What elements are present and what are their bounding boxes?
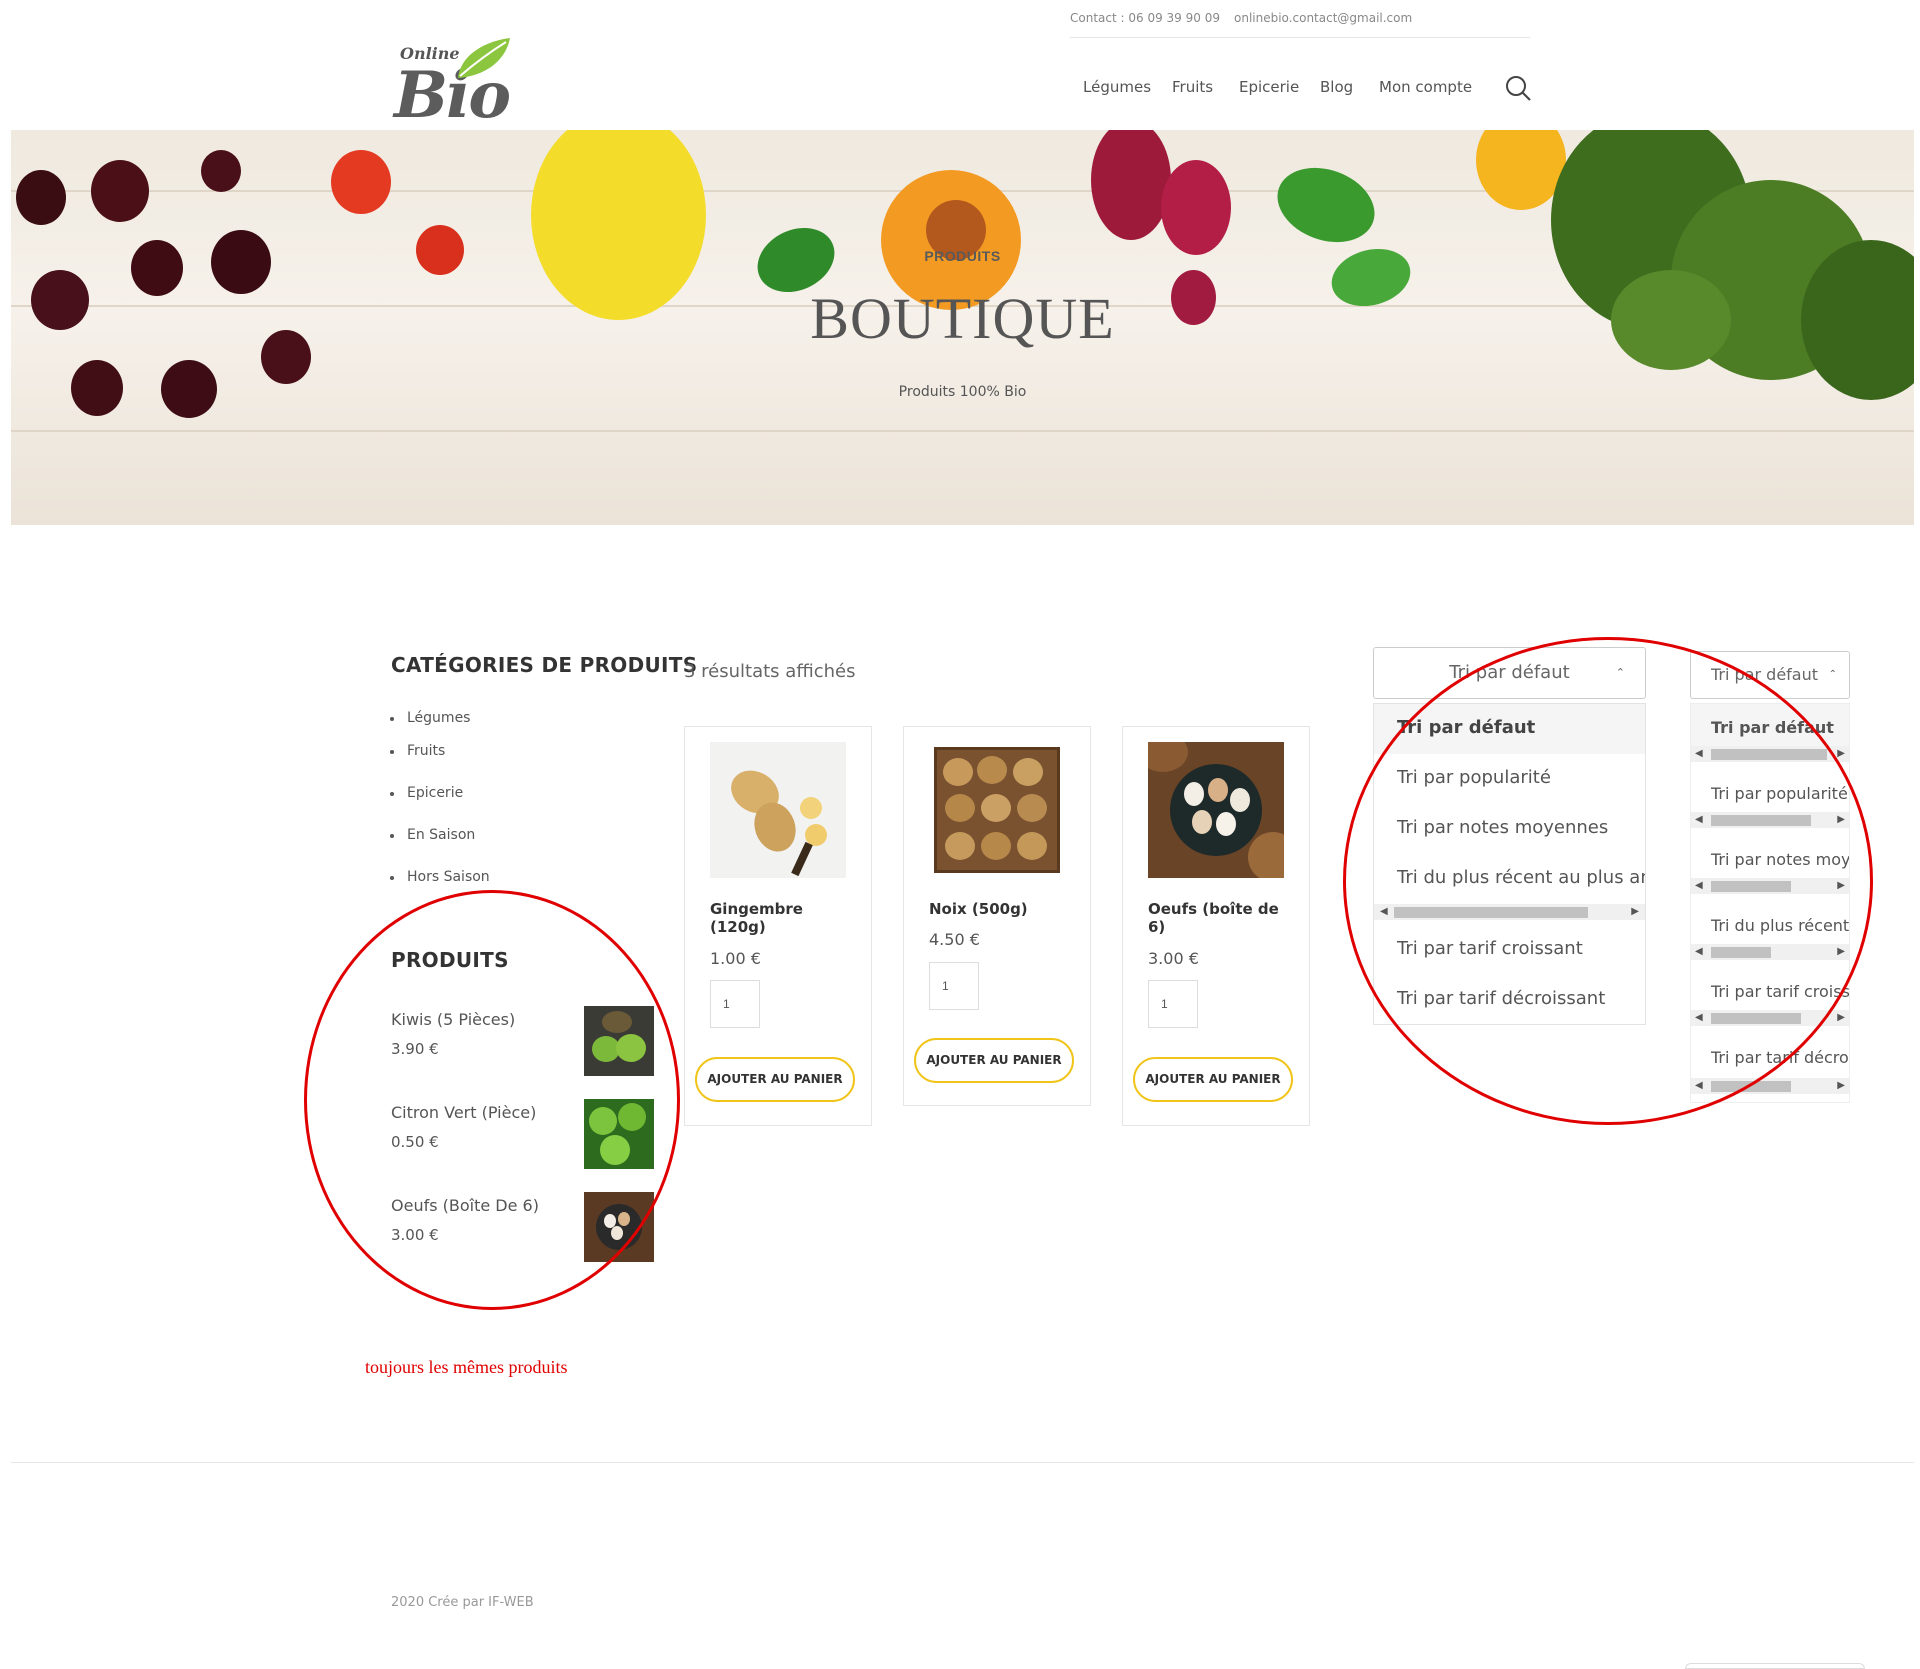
product-price: 1.00 € bbox=[710, 949, 761, 968]
product-card[interactable]: Noix (500g) 4.50 € 1 AJOUTER AU PANIER bbox=[903, 726, 1091, 1106]
quantity-input[interactable]: 1 bbox=[929, 962, 979, 1010]
product-price: 4.50 € bbox=[929, 930, 980, 949]
scroll-right-icon[interactable]: ▶ bbox=[1837, 748, 1845, 759]
site-logo[interactable]: Online Bio bbox=[390, 36, 515, 133]
add-to-cart-button[interactable]: AJOUTER AU PANIER bbox=[695, 1057, 855, 1102]
category-epicerie[interactable]: Epicerie bbox=[389, 785, 464, 801]
footer-divider bbox=[11, 1462, 1914, 1463]
contact-phone: Contact : 06 09 39 90 09 bbox=[1070, 11, 1220, 25]
annotation-circle-sort bbox=[1343, 637, 1873, 1125]
walnuts-image[interactable] bbox=[929, 742, 1065, 878]
topbar-divider bbox=[1070, 37, 1530, 38]
contact-email[interactable]: onlinebio.contact@gmail.com bbox=[1234, 11, 1412, 25]
product-name[interactable]: Gingembre (120g) bbox=[710, 900, 803, 936]
hero-title: BOUTIQUE bbox=[810, 286, 1115, 351]
category-legumes[interactable]: Légumes bbox=[389, 710, 471, 726]
category-label: Epicerie bbox=[407, 785, 464, 801]
product-name-line: (120g) bbox=[710, 918, 766, 936]
corner-widget[interactable] bbox=[1685, 1663, 1865, 1669]
search-icon[interactable] bbox=[1504, 74, 1532, 102]
nav-blog[interactable]: Blog bbox=[1320, 78, 1353, 96]
chevron-up-icon: ⌃ bbox=[1828, 669, 1837, 680]
category-label: En Saison bbox=[407, 827, 476, 843]
product-card[interactable]: Gingembre (120g) 1.00 € 1 AJOUTER AU PAN… bbox=[684, 726, 872, 1126]
nav-mon-compte[interactable]: Mon compte bbox=[1379, 78, 1472, 96]
scroll-right-icon[interactable]: ▶ bbox=[1837, 1012, 1845, 1023]
category-label: Légumes bbox=[407, 710, 471, 726]
nav-legumes[interactable]: Légumes bbox=[1083, 78, 1151, 96]
quantity-input[interactable]: 1 bbox=[710, 980, 760, 1028]
quantity-input[interactable]: 1 bbox=[1148, 980, 1198, 1028]
add-to-cart-button[interactable]: AJOUTER AU PANIER bbox=[1133, 1057, 1293, 1102]
category-hors-saison[interactable]: Hors Saison bbox=[390, 869, 490, 885]
hero-supertitle: PRODUITS bbox=[924, 248, 1001, 264]
category-label: Fruits bbox=[407, 743, 446, 759]
hero-subtitle: Produits 100% Bio bbox=[898, 384, 1027, 400]
product-name-line: Oeufs (boîte de bbox=[1148, 900, 1279, 918]
product-price: 3.00 € bbox=[1148, 949, 1199, 968]
category-en-saison[interactable]: En Saison bbox=[389, 827, 476, 843]
nav-epicerie[interactable]: Epicerie bbox=[1239, 78, 1299, 96]
results-count: 3 résultats affichés bbox=[684, 661, 856, 682]
nav-fruits[interactable]: Fruits bbox=[1172, 78, 1213, 96]
hero-banner: PRODUITS BOUTIQUE Produits 100% Bio bbox=[11, 130, 1914, 525]
categories-heading: CATÉGORIES DE PRODUITS bbox=[391, 653, 698, 677]
product-name[interactable]: Noix (500g) bbox=[929, 900, 1028, 918]
add-to-cart-button[interactable]: AJOUTER AU PANIER bbox=[914, 1038, 1074, 1083]
product-name[interactable]: Oeufs (boîte de 6) bbox=[1148, 900, 1279, 936]
category-fruits[interactable]: Fruits bbox=[389, 743, 446, 759]
product-name-line: Noix (500g) bbox=[929, 900, 1028, 918]
ginger-image[interactable] bbox=[710, 742, 846, 878]
category-label: Hors Saison bbox=[407, 869, 490, 885]
product-name-line: 6) bbox=[1148, 918, 1166, 936]
annotation-circle-widget bbox=[304, 890, 680, 1310]
product-card[interactable]: Oeufs (boîte de 6) 3.00 € 1 AJOUTER AU P… bbox=[1122, 726, 1310, 1126]
eggs-image[interactable] bbox=[1148, 742, 1284, 878]
leaf-icon bbox=[458, 38, 510, 78]
footer-credit: 2020 Crée par IF-WEB bbox=[391, 1595, 534, 1610]
scroll-right-icon[interactable]: ▶ bbox=[1837, 1080, 1845, 1091]
annotation-note: toujours les mêmes produits bbox=[365, 1357, 568, 1377]
product-name-line: Gingembre bbox=[710, 900, 803, 918]
